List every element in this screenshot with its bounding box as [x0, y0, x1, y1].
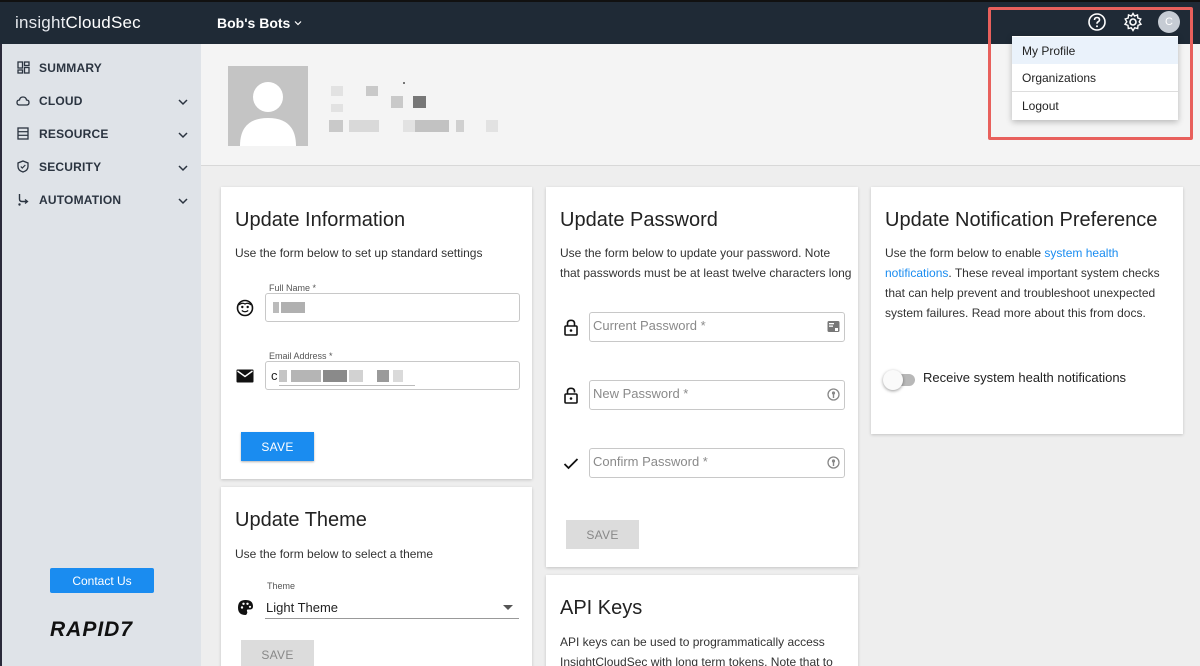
save-theme-button[interactable]: SAVE [241, 640, 314, 666]
card-description: Use the form below to update your passwo… [560, 246, 852, 280]
new-password-placeholder: New Password * [593, 386, 689, 401]
org-name: Bob's Bots [217, 15, 291, 31]
chevron-down-icon [178, 198, 188, 205]
notification-preference-card: Update Notification Preference Use the f… [871, 187, 1183, 434]
chevron-down-icon [294, 21, 302, 26]
toggle-knob[interactable] [883, 370, 903, 390]
full-name-label: Full Name * [268, 283, 318, 293]
card-description: Use the form below to select a theme [235, 547, 434, 561]
user-dropdown-menu: My Profile Organizations Logout [1012, 36, 1178, 120]
person-icon [240, 82, 296, 146]
notifications-link[interactable]: notifications [885, 266, 948, 280]
sidebar: SUMMARY CLOUD RESOURCE SECURITY AUTOMATI… [0, 44, 201, 666]
key-icon[interactable] [827, 456, 840, 469]
palette-icon [236, 598, 254, 616]
cloud-icon [16, 94, 30, 108]
contact-us-button[interactable]: Contact Us [50, 568, 154, 593]
card-title: Update Password [560, 209, 718, 231]
card-title: Update Information [235, 209, 406, 231]
current-password-input[interactable]: Current Password * [589, 312, 845, 342]
email-icon [236, 367, 254, 385]
email-field[interactable]: Email Address * c [265, 351, 520, 390]
update-information-card: Update Information Use the form below to… [221, 187, 532, 479]
branch-icon [16, 193, 30, 207]
redacted-details [329, 120, 343, 132]
lock-open-icon [562, 386, 580, 404]
dashboard-icon [16, 61, 30, 75]
full-name-field[interactable]: Full Name * [265, 283, 520, 322]
redacted-name [331, 86, 343, 96]
list-icon [16, 127, 30, 141]
menu-item-organizations[interactable]: Organizations [1012, 64, 1178, 91]
org-selector[interactable]: Bob's Bots [217, 15, 303, 31]
card-description: Use the form below to set up standard se… [235, 246, 483, 260]
system-health-link[interactable]: system health [1044, 246, 1118, 260]
sidebar-item-summary[interactable]: SUMMARY [2, 51, 201, 84]
sidebar-item-cloud[interactable]: CLOUD [2, 84, 201, 117]
card-description: Use the form below to enable system heal… [885, 246, 1160, 320]
card-title: Update Theme [235, 509, 367, 531]
update-theme-card: Update Theme Use the form below to selec… [221, 487, 532, 666]
card-description: API keys can be used to programmatically… [560, 635, 833, 666]
sidebar-item-resource[interactable]: RESOURCE [2, 117, 201, 150]
shield-icon [16, 160, 30, 174]
confirm-password-input[interactable]: Confirm Password * [589, 448, 845, 478]
save-password-button[interactable]: SAVE [566, 520, 639, 549]
email-label: Email Address * [268, 351, 334, 361]
email-value: c [271, 368, 278, 383]
sidebar-item-automation[interactable]: AUTOMATION [2, 183, 201, 216]
sidebar-item-security[interactable]: SECURITY [2, 150, 201, 183]
chevron-down-icon [178, 99, 188, 106]
card-title: Update Notification Preference [885, 209, 1158, 231]
toggle-label: Receive system health notifications [923, 370, 1127, 385]
brand-logo[interactable]: insightCloudSec [15, 13, 141, 33]
check-icon [562, 454, 580, 472]
theme-select[interactable]: Theme Light Theme [265, 581, 519, 619]
save-info-button[interactable]: SAVE [241, 432, 314, 461]
key-icon[interactable] [827, 388, 840, 401]
chevron-down-icon [178, 165, 188, 172]
theme-label: Theme [267, 581, 296, 591]
theme-value: Light Theme [266, 600, 339, 615]
rapid7-logo: RAPID7 [50, 618, 134, 641]
menu-item-my-profile[interactable]: My Profile [1012, 37, 1178, 64]
chevron-down-icon [178, 132, 188, 139]
update-password-card: Update Password Use the form below to up… [546, 187, 858, 567]
confirm-password-placeholder: Confirm Password * [593, 454, 708, 469]
card-title: API Keys [560, 597, 643, 619]
password-manager-icon[interactable] [827, 320, 840, 332]
dropdown-caret-icon [503, 605, 513, 610]
menu-item-logout[interactable]: Logout [1012, 92, 1178, 119]
current-password-placeholder: Current Password * [593, 318, 706, 333]
new-password-input[interactable]: New Password * [589, 380, 845, 410]
api-keys-card: API Keys API keys can be used to program… [546, 575, 858, 666]
face-icon [236, 299, 254, 317]
lock-icon [562, 318, 580, 336]
profile-picture [228, 66, 308, 146]
